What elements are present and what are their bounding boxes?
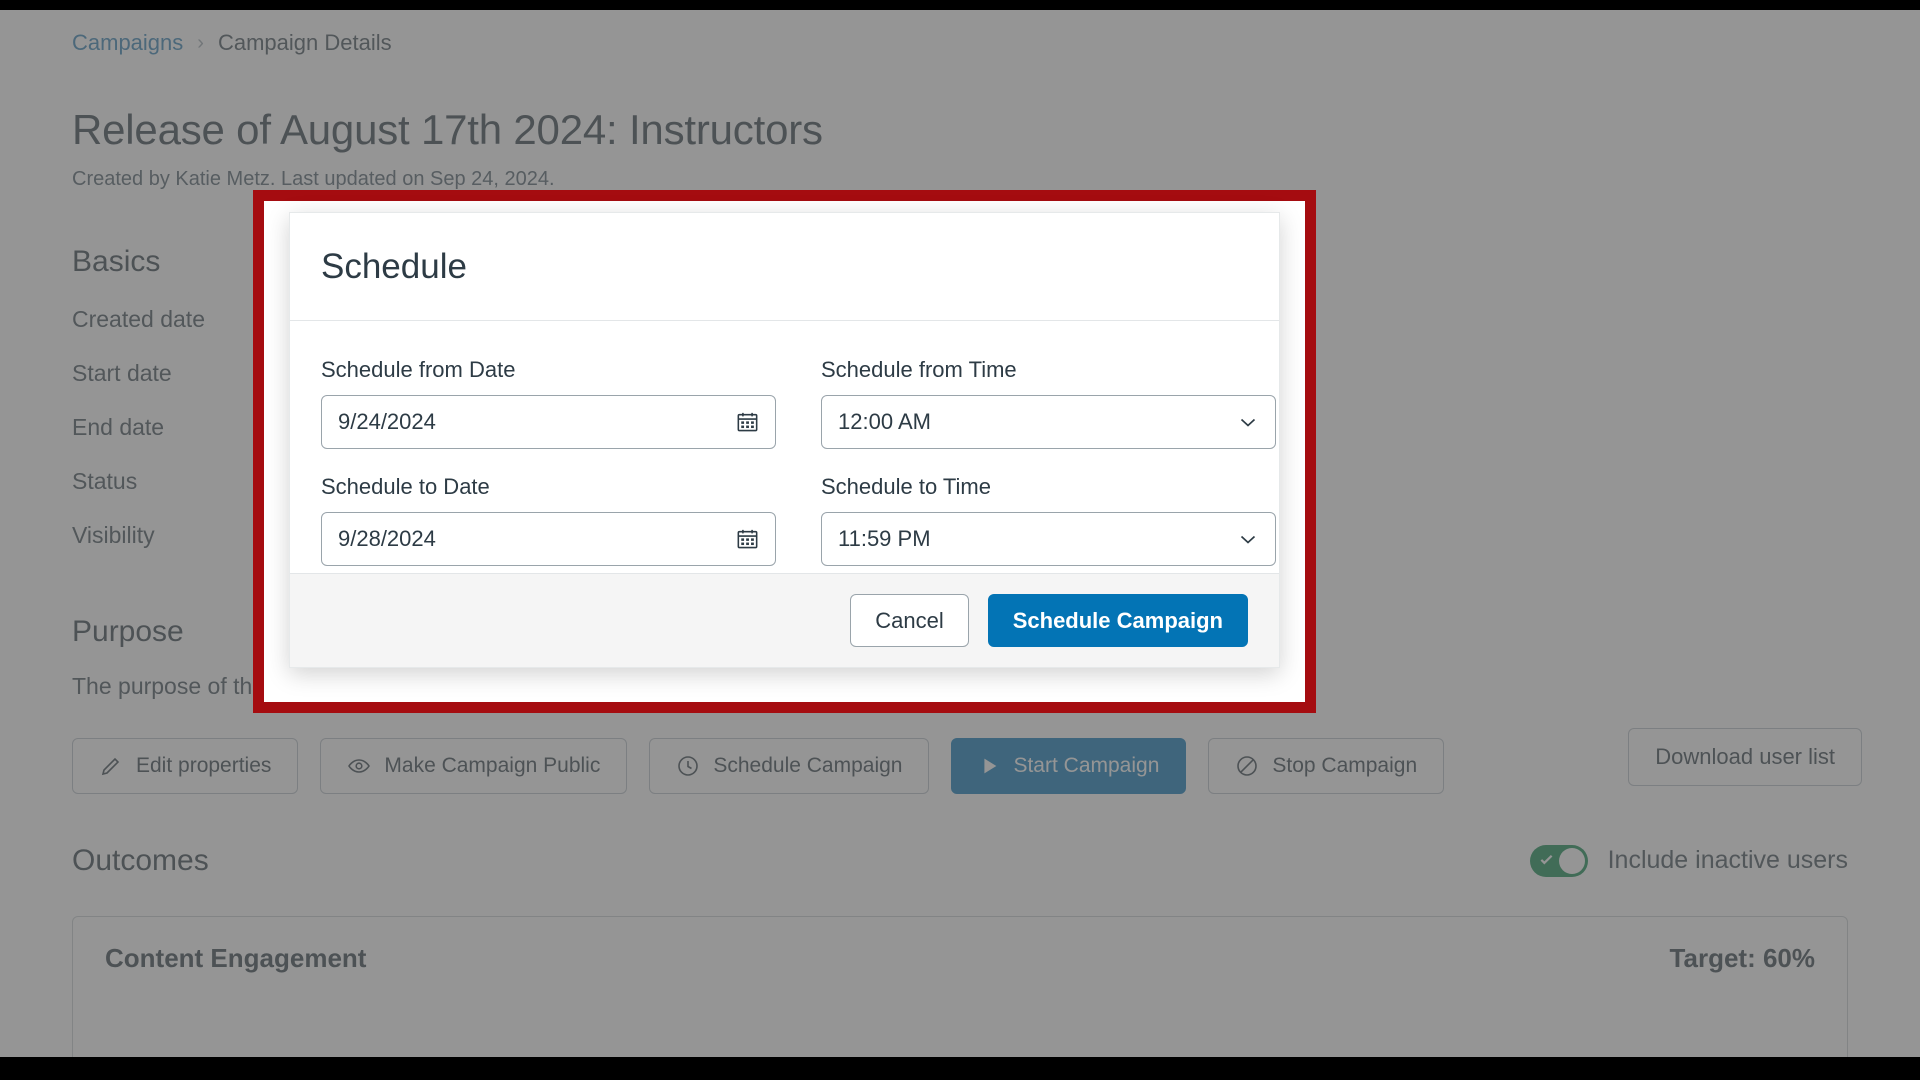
chevron-down-icon[interactable] — [1236, 410, 1260, 434]
schedule-campaign-submit-button[interactable]: Schedule Campaign — [987, 594, 1248, 647]
schedule-from-date-value: 9/24/2024 — [338, 409, 436, 434]
label-schedule-to-date: Schedule to Date — [321, 474, 490, 499]
field-schedule-to-date: Schedule to Date 9/28/2024 — [321, 474, 776, 566]
calendar-icon[interactable] — [735, 410, 760, 435]
schedule-modal: Schedule Schedule from Date 9/24/2024 Sc… — [289, 212, 1280, 668]
field-schedule-to-time: Schedule to Time 11:59 PM — [821, 474, 1276, 566]
schedule-to-date-value: 9/28/2024 — [338, 526, 436, 551]
chevron-down-icon[interactable] — [1236, 527, 1260, 551]
schedule-to-time-value: 11:59 PM — [838, 526, 931, 551]
schedule-to-date-input[interactable]: 9/28/2024 — [321, 512, 776, 566]
field-schedule-from-time: Schedule from Time 12:00 AM — [821, 357, 1276, 449]
schedule-form-grid: Schedule from Date 9/24/2024 Schedule fr… — [321, 357, 1276, 566]
label-schedule-from-date: Schedule from Date — [321, 357, 516, 382]
schedule-to-time-select[interactable]: 11:59 PM — [821, 512, 1276, 566]
modal-header: Schedule — [290, 213, 1279, 321]
schedule-from-date-input[interactable]: 9/24/2024 — [321, 395, 776, 449]
modal-footer: Cancel Schedule Campaign — [290, 573, 1279, 667]
calendar-icon[interactable] — [735, 527, 760, 552]
modal-body: Schedule from Date 9/24/2024 Schedule fr… — [290, 321, 1279, 573]
schedule-from-time-value: 12:00 AM — [838, 409, 931, 434]
label-schedule-from-time: Schedule from Time — [821, 357, 1017, 382]
schedule-from-time-select[interactable]: 12:00 AM — [821, 395, 1276, 449]
cancel-button[interactable]: Cancel — [850, 594, 969, 647]
label-schedule-to-time: Schedule to Time — [821, 474, 991, 499]
field-schedule-from-date: Schedule from Date 9/24/2024 — [321, 357, 776, 449]
modal-title: Schedule — [321, 246, 467, 286]
